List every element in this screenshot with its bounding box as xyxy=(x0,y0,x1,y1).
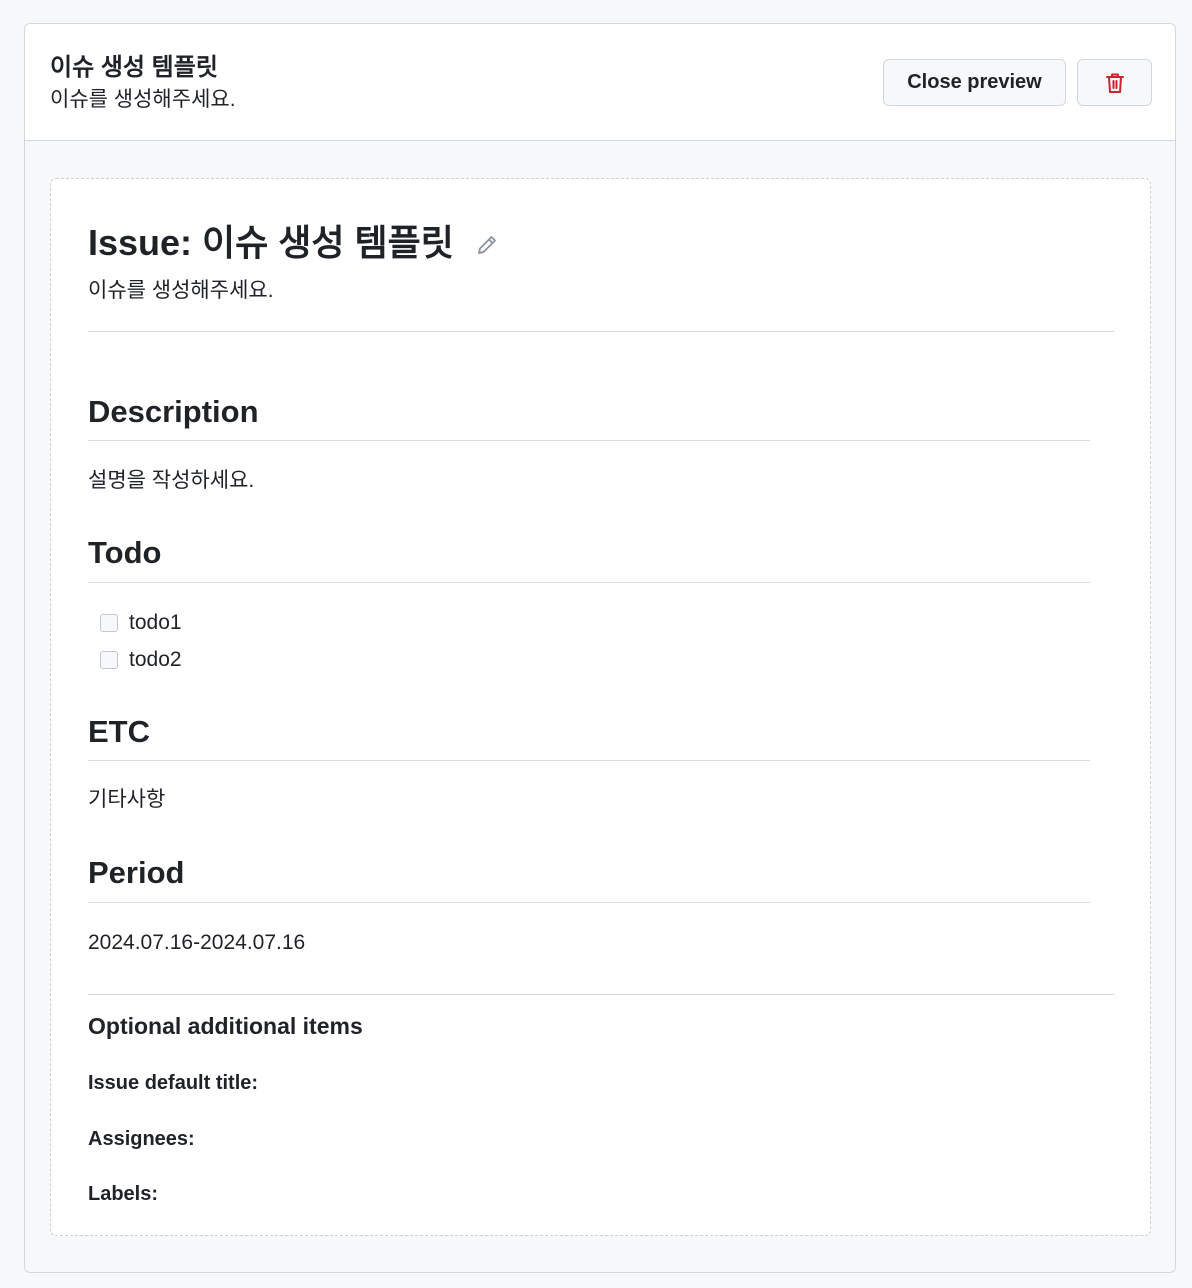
todo-item: todo1 xyxy=(100,609,182,637)
divider xyxy=(88,902,1090,903)
section-heading-etc: ETC xyxy=(88,714,150,749)
divider xyxy=(88,440,1090,441)
assignees-label: Assignees: xyxy=(88,1128,195,1150)
delete-template-button[interactable] xyxy=(1077,59,1152,106)
labels-label: Labels: xyxy=(88,1183,159,1205)
description-body: 설명을 작성하세요. xyxy=(88,469,255,492)
section-heading-todo: Todo xyxy=(88,535,162,570)
todo-checkbox[interactable] xyxy=(100,651,118,669)
panel-header: 이슈 생성 템플릿 이슈를 생성해주세요. Close preview xyxy=(25,24,1175,141)
todo-label: todo2 xyxy=(129,648,182,671)
issue-title: Issue: 이슈 생성 템플릿 xyxy=(88,222,454,263)
section-heading-description: Description xyxy=(88,394,259,429)
pencil-icon[interactable] xyxy=(476,234,498,256)
trash-icon xyxy=(1105,73,1124,93)
issue-preview-card: Issue: 이슈 생성 템플릿 이슈를 생성해주세요. Description… xyxy=(50,178,1151,1236)
template-name: 이슈 생성 템플릿 xyxy=(50,54,218,81)
divider xyxy=(88,760,1090,761)
todo-item: todo2 xyxy=(100,646,182,674)
template-preview-panel: 이슈 생성 템플릿 이슈를 생성해주세요. Close preview Issu… xyxy=(24,23,1176,1273)
period-body: 2024.07.16-2024.07.16 xyxy=(88,931,306,954)
issue-description: 이슈를 생성해주세요. xyxy=(88,279,274,302)
divider xyxy=(88,994,1114,995)
etc-body: 기타사항 xyxy=(88,788,166,811)
todo-checkbox[interactable] xyxy=(100,614,118,632)
close-preview-button[interactable]: Close preview xyxy=(883,59,1066,106)
template-description: 이슈를 생성해주세요. xyxy=(50,88,236,111)
issue-default-title-label: Issue default title: xyxy=(88,1072,259,1094)
section-heading-period: Period xyxy=(88,855,185,890)
optional-items-heading: Optional additional items xyxy=(88,1013,363,1039)
divider xyxy=(88,582,1090,583)
todo-label: todo1 xyxy=(129,611,182,634)
divider xyxy=(88,331,1114,332)
